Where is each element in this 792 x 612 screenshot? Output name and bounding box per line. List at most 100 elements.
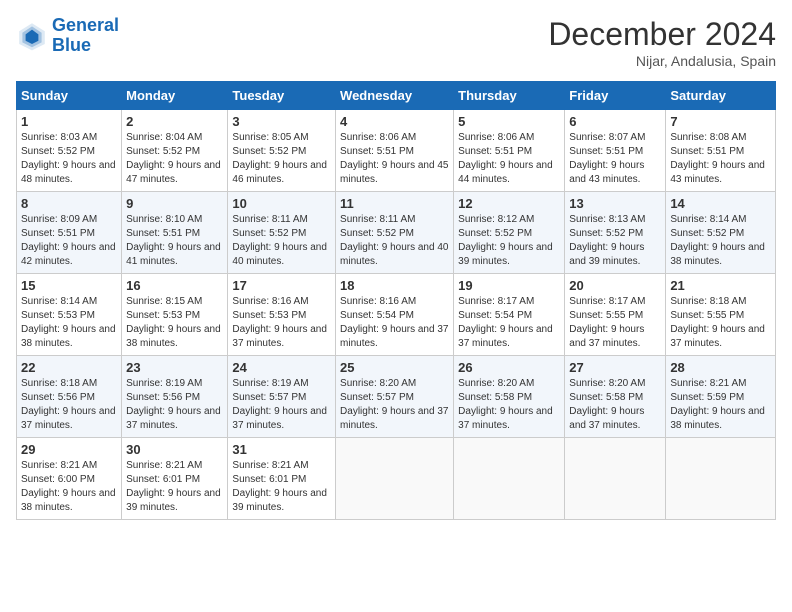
calendar-cell: 2 Sunrise: 8:04 AM Sunset: 5:52 PM Daylig… <box>122 110 228 192</box>
day-info: Sunrise: 8:21 AM Sunset: 6:01 PM Dayligh… <box>232 459 331 515</box>
header-saturday: Saturday <box>666 82 776 110</box>
week-row-5: 29 Sunrise: 8:21 AM Sunset: 6:00 PM Dayli… <box>17 438 776 520</box>
calendar-cell: 12 Sunrise: 8:12 AM Sunset: 5:52 PM Dayli… <box>454 192 565 274</box>
day-info: Sunrise: 8:11 AM Sunset: 5:52 PM Dayligh… <box>232 213 331 269</box>
week-row-4: 22 Sunrise: 8:18 AM Sunset: 5:56 PM Dayli… <box>17 356 776 438</box>
day-number: 27 <box>569 360 661 375</box>
calendar-cell <box>454 438 565 520</box>
calendar-cell: 13 Sunrise: 8:13 AM Sunset: 5:52 PM Dayli… <box>565 192 666 274</box>
day-number: 16 <box>126 278 223 293</box>
day-info: Sunrise: 8:16 AM Sunset: 5:53 PM Dayligh… <box>232 295 331 351</box>
day-info: Sunrise: 8:21 AM Sunset: 6:01 PM Dayligh… <box>126 459 223 515</box>
logo-text: General Blue <box>52 16 119 56</box>
day-info: Sunrise: 8:14 AM Sunset: 5:53 PM Dayligh… <box>21 295 117 351</box>
day-info: Sunrise: 8:18 AM Sunset: 5:56 PM Dayligh… <box>21 377 117 433</box>
day-info: Sunrise: 8:11 AM Sunset: 5:52 PM Dayligh… <box>340 213 449 269</box>
day-info: Sunrise: 8:19 AM Sunset: 5:56 PM Dayligh… <box>126 377 223 433</box>
calendar-cell: 16 Sunrise: 8:15 AM Sunset: 5:53 PM Dayli… <box>122 274 228 356</box>
header-friday: Friday <box>565 82 666 110</box>
calendar-cell: 17 Sunrise: 8:16 AM Sunset: 5:53 PM Dayli… <box>228 274 336 356</box>
calendar-cell <box>666 438 776 520</box>
day-info: Sunrise: 8:13 AM Sunset: 5:52 PM Dayligh… <box>569 213 661 269</box>
day-number: 23 <box>126 360 223 375</box>
calendar-cell: 21 Sunrise: 8:18 AM Sunset: 5:55 PM Dayli… <box>666 274 776 356</box>
day-info: Sunrise: 8:17 AM Sunset: 5:55 PM Dayligh… <box>569 295 661 351</box>
day-number: 28 <box>670 360 771 375</box>
day-number: 20 <box>569 278 661 293</box>
logo: General Blue <box>16 16 119 56</box>
day-info: Sunrise: 8:15 AM Sunset: 5:53 PM Dayligh… <box>126 295 223 351</box>
calendar-cell: 24 Sunrise: 8:19 AM Sunset: 5:57 PM Dayli… <box>228 356 336 438</box>
day-number: 15 <box>21 278 117 293</box>
week-row-3: 15 Sunrise: 8:14 AM Sunset: 5:53 PM Dayli… <box>17 274 776 356</box>
calendar-cell: 10 Sunrise: 8:11 AM Sunset: 5:52 PM Dayli… <box>228 192 336 274</box>
day-info: Sunrise: 8:07 AM Sunset: 5:51 PM Dayligh… <box>569 131 661 187</box>
day-info: Sunrise: 8:17 AM Sunset: 5:54 PM Dayligh… <box>458 295 560 351</box>
calendar-table: SundayMondayTuesdayWednesdayThursdayFrid… <box>16 81 776 520</box>
calendar-cell <box>336 438 454 520</box>
day-number: 13 <box>569 196 661 211</box>
day-number: 6 <box>569 114 661 129</box>
day-info: Sunrise: 8:10 AM Sunset: 5:51 PM Dayligh… <box>126 213 223 269</box>
day-number: 31 <box>232 442 331 457</box>
calendar-cell: 29 Sunrise: 8:21 AM Sunset: 6:00 PM Dayli… <box>17 438 122 520</box>
day-number: 19 <box>458 278 560 293</box>
day-number: 22 <box>21 360 117 375</box>
calendar-cell: 23 Sunrise: 8:19 AM Sunset: 5:56 PM Dayli… <box>122 356 228 438</box>
day-number: 18 <box>340 278 449 293</box>
header-thursday: Thursday <box>454 82 565 110</box>
calendar-cell: 19 Sunrise: 8:17 AM Sunset: 5:54 PM Dayli… <box>454 274 565 356</box>
title-block: December 2024 Nijar, Andalusia, Spain <box>548 16 776 69</box>
day-info: Sunrise: 8:18 AM Sunset: 5:55 PM Dayligh… <box>670 295 771 351</box>
day-info: Sunrise: 8:04 AM Sunset: 5:52 PM Dayligh… <box>126 131 223 187</box>
calendar-cell: 4 Sunrise: 8:06 AM Sunset: 5:51 PM Daylig… <box>336 110 454 192</box>
day-info: Sunrise: 8:19 AM Sunset: 5:57 PM Dayligh… <box>232 377 331 433</box>
day-info: Sunrise: 8:09 AM Sunset: 5:51 PM Dayligh… <box>21 213 117 269</box>
day-number: 7 <box>670 114 771 129</box>
day-number: 21 <box>670 278 771 293</box>
calendar-cell: 8Sunrise: 8:09 AM Sunset: 5:51 PM Daylig… <box>17 192 122 274</box>
header-monday: Monday <box>122 82 228 110</box>
calendar-cell: 11 Sunrise: 8:11 AM Sunset: 5:52 PM Dayli… <box>336 192 454 274</box>
day-number: 12 <box>458 196 560 211</box>
day-number: 4 <box>340 114 449 129</box>
calendar-cell: 15 Sunrise: 8:14 AM Sunset: 5:53 PM Dayli… <box>17 274 122 356</box>
calendar-title: December 2024 <box>548 16 776 53</box>
calendar-cell: 5Sunrise: 8:06 AM Sunset: 5:51 PM Daylig… <box>454 110 565 192</box>
calendar-cell: 27 Sunrise: 8:20 AM Sunset: 5:58 PM Dayli… <box>565 356 666 438</box>
calendar-cell: 6 Sunrise: 8:07 AM Sunset: 5:51 PM Daylig… <box>565 110 666 192</box>
day-info: Sunrise: 8:08 AM Sunset: 5:51 PM Dayligh… <box>670 131 771 187</box>
calendar-cell: 31 Sunrise: 8:21 AM Sunset: 6:01 PM Dayli… <box>228 438 336 520</box>
calendar-cell <box>565 438 666 520</box>
day-number: 14 <box>670 196 771 211</box>
week-row-1: 1Sunrise: 8:03 AM Sunset: 5:52 PM Daylig… <box>17 110 776 192</box>
calendar-header-row: SundayMondayTuesdayWednesdayThursdayFrid… <box>17 82 776 110</box>
day-number: 2 <box>126 114 223 129</box>
calendar-body: 1Sunrise: 8:03 AM Sunset: 5:52 PM Daylig… <box>17 110 776 520</box>
day-number: 30 <box>126 442 223 457</box>
calendar-cell: 30 Sunrise: 8:21 AM Sunset: 6:01 PM Dayli… <box>122 438 228 520</box>
day-info: Sunrise: 8:20 AM Sunset: 5:58 PM Dayligh… <box>458 377 560 433</box>
calendar-subtitle: Nijar, Andalusia, Spain <box>548 53 776 69</box>
page-header: General Blue December 2024 Nijar, Andalu… <box>16 16 776 69</box>
day-number: 10 <box>232 196 331 211</box>
logo-icon <box>16 20 48 52</box>
day-info: Sunrise: 8:20 AM Sunset: 5:58 PM Dayligh… <box>569 377 661 433</box>
day-info: Sunrise: 8:06 AM Sunset: 5:51 PM Dayligh… <box>458 131 560 187</box>
header-wednesday: Wednesday <box>336 82 454 110</box>
day-number: 29 <box>21 442 117 457</box>
calendar-cell: 28Sunrise: 8:21 AM Sunset: 5:59 PM Dayli… <box>666 356 776 438</box>
calendar-cell: 1Sunrise: 8:03 AM Sunset: 5:52 PM Daylig… <box>17 110 122 192</box>
calendar-cell: 18Sunrise: 8:16 AM Sunset: 5:54 PM Dayli… <box>336 274 454 356</box>
day-number: 17 <box>232 278 331 293</box>
header-tuesday: Tuesday <box>228 82 336 110</box>
header-sunday: Sunday <box>17 82 122 110</box>
day-number: 24 <box>232 360 331 375</box>
day-number: 11 <box>340 196 449 211</box>
day-info: Sunrise: 8:12 AM Sunset: 5:52 PM Dayligh… <box>458 213 560 269</box>
day-number: 25 <box>340 360 449 375</box>
day-info: Sunrise: 8:06 AM Sunset: 5:51 PM Dayligh… <box>340 131 449 187</box>
day-info: Sunrise: 8:21 AM Sunset: 6:00 PM Dayligh… <box>21 459 117 515</box>
calendar-cell: 26Sunrise: 8:20 AM Sunset: 5:58 PM Dayli… <box>454 356 565 438</box>
day-info: Sunrise: 8:20 AM Sunset: 5:57 PM Dayligh… <box>340 377 449 433</box>
